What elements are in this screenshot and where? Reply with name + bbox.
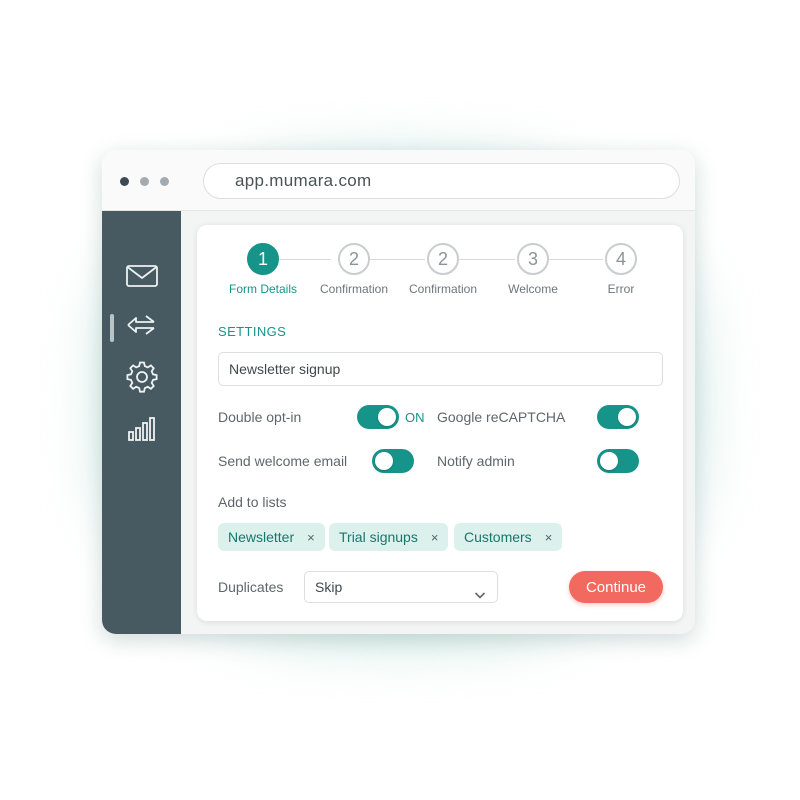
address-bar[interactable]: app.mumara.com (203, 163, 680, 199)
chip-label: Trial signups (339, 529, 418, 545)
browser-titlebar: app.mumara.com (102, 150, 695, 211)
recaptcha-label: Google reCAPTCHA (437, 409, 566, 425)
step-5-label: Error (607, 282, 635, 296)
step-1-circle[interactable]: 1 (247, 243, 279, 275)
double-optin-state: ON (405, 410, 425, 425)
duplicates-selected-value: Skip (315, 579, 343, 595)
form-name-input[interactable] (218, 352, 663, 386)
step-connector (459, 259, 515, 260)
chip-label: Newsletter (228, 529, 295, 545)
toggle-knob (618, 408, 636, 426)
settings-heading: SETTINGS (218, 324, 287, 339)
remove-chip-icon[interactable]: × (545, 530, 553, 545)
step-connector (549, 259, 603, 260)
browser-window: app.mumara.com 1 Form Details 2 Confirma… (102, 150, 695, 634)
step-connector (369, 259, 425, 260)
toggle-knob (600, 452, 618, 470)
recaptcha-toggle[interactable] (597, 405, 639, 429)
duplicates-label: Duplicates (218, 579, 284, 595)
toggle-knob (378, 408, 396, 426)
duplicates-select[interactable]: Skip (304, 571, 498, 603)
remove-chip-icon[interactable]: × (431, 530, 439, 545)
list-chip-customers: Customers × (454, 523, 563, 551)
list-chip-newsletter: Newsletter × (218, 523, 325, 551)
step-3-circle[interactable]: 2 (427, 243, 459, 275)
stepper: 1 Form Details 2 Confirmation 2 Confirma… (197, 225, 683, 305)
continue-button[interactable]: Continue (569, 571, 663, 603)
window-minimize-dot[interactable] (140, 177, 149, 186)
notify-admin-label: Notify admin (437, 453, 515, 469)
double-optin-toggle[interactable] (357, 405, 399, 429)
step-3-label: Confirmation (408, 282, 478, 296)
step-4-circle[interactable]: 3 (517, 243, 549, 275)
double-optin-label: Double opt-in (218, 409, 302, 425)
step-2-circle[interactable]: 2 (338, 243, 370, 275)
window-maximize-dot[interactable] (160, 177, 169, 186)
step-5-circle[interactable]: 4 (605, 243, 637, 275)
sidebar-active-indicator (110, 314, 114, 342)
list-chip-trial-signups: Trial signups × (329, 523, 449, 551)
mail-icon[interactable] (124, 258, 160, 294)
welcome-email-toggle[interactable] (372, 449, 414, 473)
step-connector (279, 259, 331, 260)
notify-admin-toggle[interactable] (597, 449, 639, 473)
switch-arrows-icon[interactable] (124, 308, 160, 344)
gear-icon[interactable] (124, 359, 160, 395)
window-close-dot[interactable] (120, 177, 129, 186)
chevron-down-icon (474, 581, 486, 599)
remove-chip-icon[interactable]: × (307, 530, 315, 545)
add-to-lists-label: Add to lists (218, 494, 287, 510)
step-2-label: Confirmation (319, 282, 389, 296)
sidebar (102, 211, 181, 634)
welcome-email-label: Send welcome email (218, 453, 348, 469)
bar-chart-icon[interactable] (124, 411, 160, 447)
step-1-label: Form Details (228, 282, 297, 296)
form-settings-card: 1 Form Details 2 Confirmation 2 Confirma… (197, 225, 683, 621)
step-4-label: Welcome (508, 282, 558, 296)
chip-label: Customers (464, 529, 532, 545)
toggle-knob (375, 452, 393, 470)
